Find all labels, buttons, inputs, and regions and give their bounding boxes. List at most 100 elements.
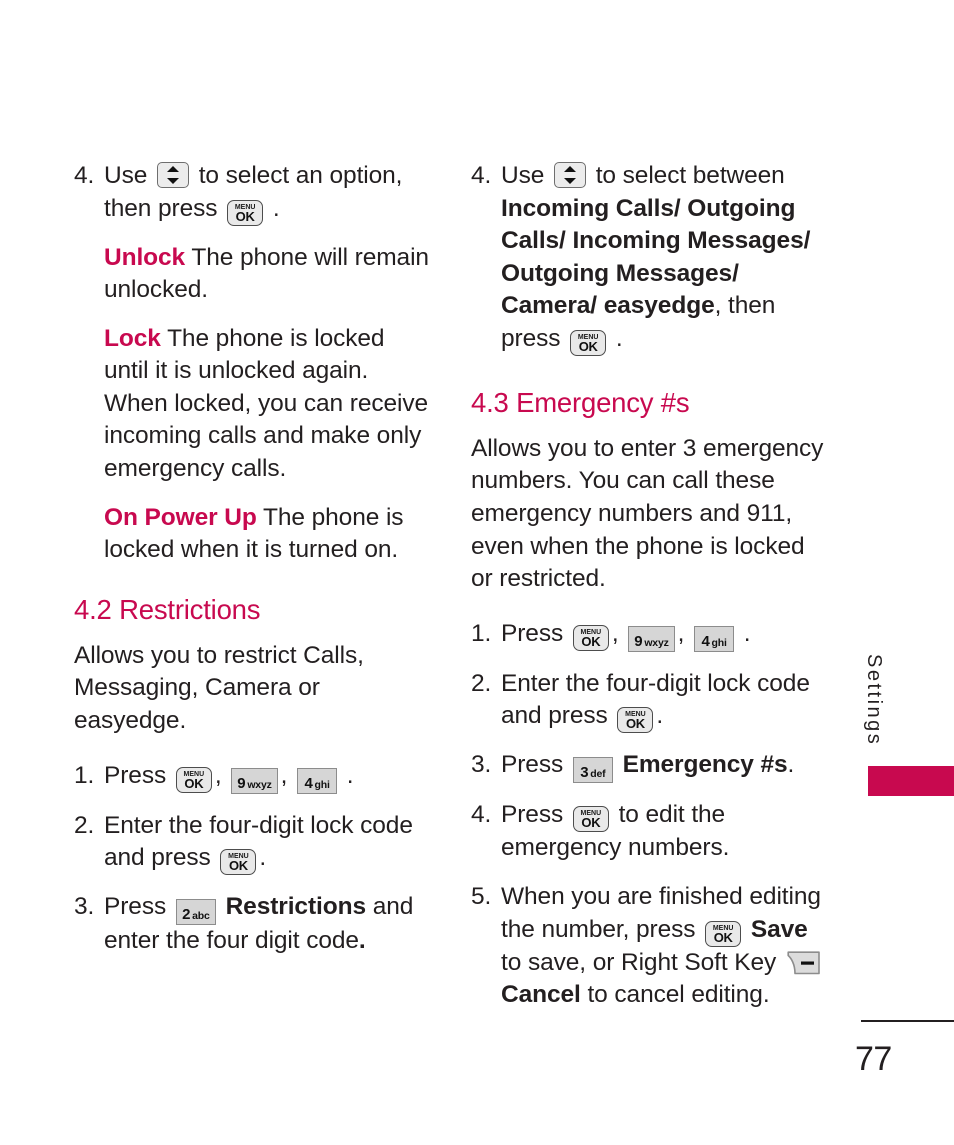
key-letters: wxyz [247, 778, 272, 791]
separator: , [280, 761, 288, 789]
menu-ok-key-icon: MENU OK [175, 766, 212, 793]
left-section-step-1: 1. Press MENU OK , 9 wxyz , 4 ghi . [74, 760, 429, 794]
list-number: 5. [471, 882, 492, 910]
definition-term: On Power Up [104, 503, 257, 531]
list-number: 2. [471, 669, 492, 697]
keypad-key-9-icon: 9 wxyz [628, 625, 675, 652]
definition-lock: Lock The phone is locked until it is unl… [74, 323, 429, 486]
list-number: 4. [471, 801, 492, 829]
step-text: . [358, 927, 366, 955]
step-text: then press [104, 194, 218, 222]
key-digit: 3 [580, 764, 589, 782]
section-intro-4-2: Allows you to restrict Calls, Messaging,… [74, 641, 364, 734]
page-number: 77 [855, 1040, 892, 1078]
right-column: 4. Use to select between Incoming Calls/… [471, 160, 826, 1028]
step-text: Use [104, 162, 148, 189]
key-digit: 4 [304, 774, 313, 792]
footer-rule [861, 1020, 954, 1022]
keypad-key-4-icon: 4 ghi [297, 767, 338, 794]
menu-ok-key-icon: MENU OK [617, 707, 654, 734]
separator: , [677, 619, 685, 647]
key-digit: 2 [182, 906, 191, 924]
step-text: Press [104, 893, 167, 921]
list-number: 4. [74, 162, 95, 189]
menu-key-bottom-label: OK [625, 716, 645, 732]
step-text: Press [501, 619, 564, 647]
step-text: Use [501, 162, 545, 189]
keypad-key-3-icon: 3 def [572, 757, 613, 784]
definition-unlock: Unlock The phone will remain unlocked. [74, 242, 429, 307]
chapter-tab-marker [868, 766, 954, 796]
list-number: 1. [471, 619, 492, 647]
right-section-step-3: 3. Press 3 def Emergency #s. [471, 749, 826, 784]
left-section-step-3: 3. Press 2 abc Restrictions and enter the… [74, 891, 429, 958]
definition-term: Lock [104, 324, 161, 352]
updown-nav-key-icon [157, 162, 189, 188]
left-step-4: 4. Use to select an option, then press M… [74, 160, 429, 226]
key-digit: 9 [634, 632, 643, 650]
step-text: . [787, 751, 795, 779]
menu-key-bottom-label: OK [235, 208, 255, 224]
chapter-side-tab-label: Settings [863, 654, 885, 747]
right-section-step-4: 4. Press MENU OK to edit the emergency n… [471, 799, 826, 865]
keypad-key-4-icon: 4 ghi [694, 625, 735, 652]
menu-key-bottom-label: OK [228, 858, 248, 874]
step-text: to save, or Right Soft Key [501, 948, 777, 976]
section-heading-4-3: 4.3 Emergency #s [471, 386, 690, 418]
step-text: to select between [595, 162, 785, 189]
menu-key-bottom-label: OK [578, 338, 598, 354]
menu-key-bottom-label: OK [581, 815, 601, 831]
updown-nav-key-icon [554, 162, 586, 188]
right-section-step-2: 2. Enter the four-digit lock code and pr… [471, 668, 826, 734]
step-text: to select an option, [198, 162, 403, 189]
keypad-key-2-icon: 2 abc [175, 899, 216, 926]
separator: , [214, 761, 222, 789]
menu-key-bottom-label: OK [713, 929, 733, 945]
menu-ok-key-icon: MENU OK [227, 199, 264, 226]
menu-ok-key-icon: MENU OK [705, 920, 742, 947]
list-number: 2. [74, 811, 95, 839]
list-number: 3. [74, 893, 95, 921]
menu-item-name: Emergency #s [622, 751, 788, 779]
section-heading-4-2: 4.2 Restrictions [74, 593, 261, 625]
chapter-side-tab: Settings [862, 654, 896, 774]
step-text: . [656, 702, 664, 730]
menu-key-bottom-label: OK [184, 775, 204, 791]
menu-ok-key-icon: MENU OK [572, 624, 609, 651]
key-digit: 9 [237, 774, 246, 792]
list-number: 4. [471, 162, 492, 189]
key-letters: def [590, 768, 606, 781]
key-letters: ghi [711, 636, 727, 649]
key-letters: ghi [314, 778, 330, 791]
key-digit: 4 [701, 632, 710, 650]
right-soft-key-icon [787, 950, 820, 974]
separator: , [611, 619, 619, 647]
key-letters: wxyz [644, 636, 669, 649]
step-text: . [743, 619, 751, 647]
menu-ok-key-icon: MENU OK [572, 806, 609, 833]
step-text: Press [501, 751, 564, 779]
definition-on-power-up: On Power Up The phone is locked when it … [74, 502, 429, 567]
step-text: . [272, 194, 280, 222]
right-section-step-5: 5. When you are finished editing the num… [471, 881, 826, 1012]
step-text: . [615, 324, 623, 352]
list-number: 1. [74, 761, 95, 789]
step-text: Press [501, 801, 564, 829]
step-text: . [346, 761, 354, 789]
key-letters: abc [192, 910, 210, 923]
left-column: 4. Use to select an option, then press M… [74, 160, 429, 974]
menu-item-name: Restrictions [225, 893, 367, 921]
right-section-step-1: 1. Press MENU OK , 9 wxyz , 4 ghi . [471, 618, 826, 652]
step-text: to cancel editing. [587, 981, 770, 1009]
menu-ok-key-icon: MENU OK [570, 329, 607, 356]
step-text: . [259, 844, 267, 872]
step-text: Press [104, 761, 167, 789]
softkey-label-cancel: Cancel [501, 981, 581, 1009]
left-section-step-2: 2. Enter the four-digit lock code and pr… [74, 810, 429, 876]
manual-page: 4. Use to select an option, then press M… [0, 0, 954, 1145]
definition-term: Unlock [104, 243, 186, 271]
menu-ok-key-icon: MENU OK [220, 849, 257, 876]
section-intro-4-3: Allows you to enter 3 emergency numbers.… [471, 434, 824, 593]
menu-key-bottom-label: OK [581, 633, 601, 649]
keypad-key-9-icon: 9 wxyz [231, 767, 278, 794]
